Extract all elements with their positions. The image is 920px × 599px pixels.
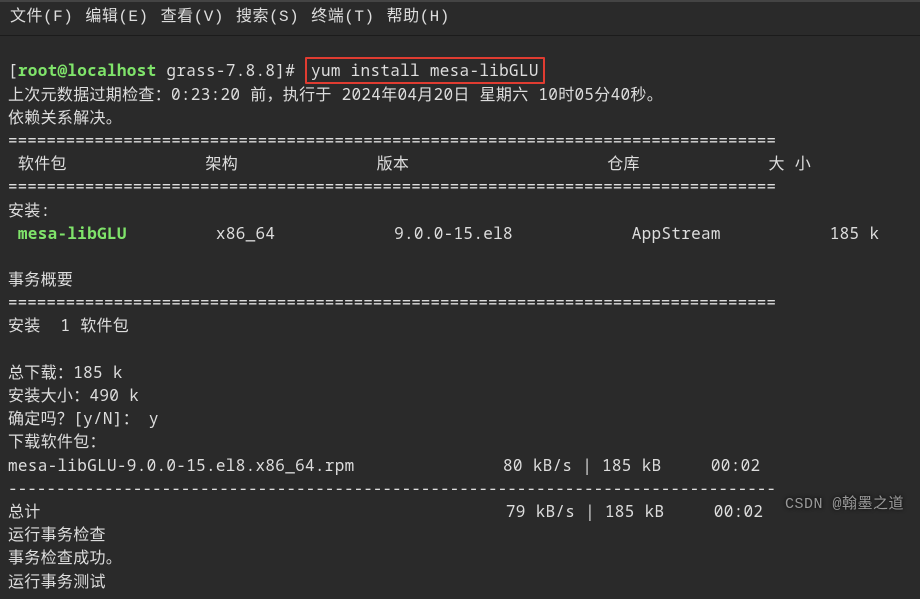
prompt-close: ]# [275,59,295,81]
out-deps-resolved: 依赖关系解决。 [8,106,122,128]
rule-dash-1: ----------------------------------------… [8,477,776,499]
rule-eq-3: ========================================… [8,291,776,313]
out-check-ok: 事务检查成功。 [8,546,122,568]
menu-edit[interactable]: 编辑(E) [85,6,148,29]
out-tx-summary: 事务概要 [8,268,73,290]
out-total-download: 总下载：185 k [8,361,123,383]
pkg-row: x86_64 9.0.0-15.el8 AppStream 185 k [127,222,879,244]
out-install-size: 安装大小：490 k [8,384,139,406]
out-run-check: 运行事务检查 [8,523,106,545]
pkg-name: mesa-libGLU [18,222,127,244]
menu-terminal[interactable]: 终端(T) [311,6,374,29]
out-downloading: 下载软件包： [8,430,106,452]
terminal-output[interactable]: [root@localhost grass-7.8.8]# yum instal… [0,36,920,599]
command-highlight: yum install mesa-libGLU [305,57,545,84]
out-confirm: 确定吗？[y/N]： y [8,407,159,429]
out-installing-label: 安装: [8,199,51,221]
out-total-line: 总计 79 kB/s | 185 kB 00:02 [8,500,763,522]
table-header: 软件包 架构 版本 仓库 大 小 [8,152,811,174]
out-run-test: 运行事务测试 [8,570,106,592]
out-rpm-line: mesa-libGLU-9.0.0-15.el8.x86_64.rpm 80 k… [8,454,760,476]
out-install-count: 安装 1 软件包 [8,314,129,336]
menu-help[interactable]: 帮助(H) [387,6,450,29]
menu-view[interactable]: 查看(V) [161,6,224,29]
rule-eq-2: ========================================… [8,175,776,197]
prompt-cwd: grass-7.8.8 [166,59,275,81]
menu-bar: 文件(F) 编辑(E) 查看(V) 搜索(S) 终端(T) 帮助(H) [0,0,920,36]
out-meta-check: 上次元数据过期检查：0:23:20 前，执行于 2024年04月20日 星期六 … [8,83,663,105]
menu-file[interactable]: 文件(F) [10,6,73,29]
prompt-user-host: root@localhost [18,59,157,81]
prompt-open: [ [8,59,18,81]
rule-eq-1: ========================================… [8,129,776,151]
menu-search[interactable]: 搜索(S) [236,6,299,29]
